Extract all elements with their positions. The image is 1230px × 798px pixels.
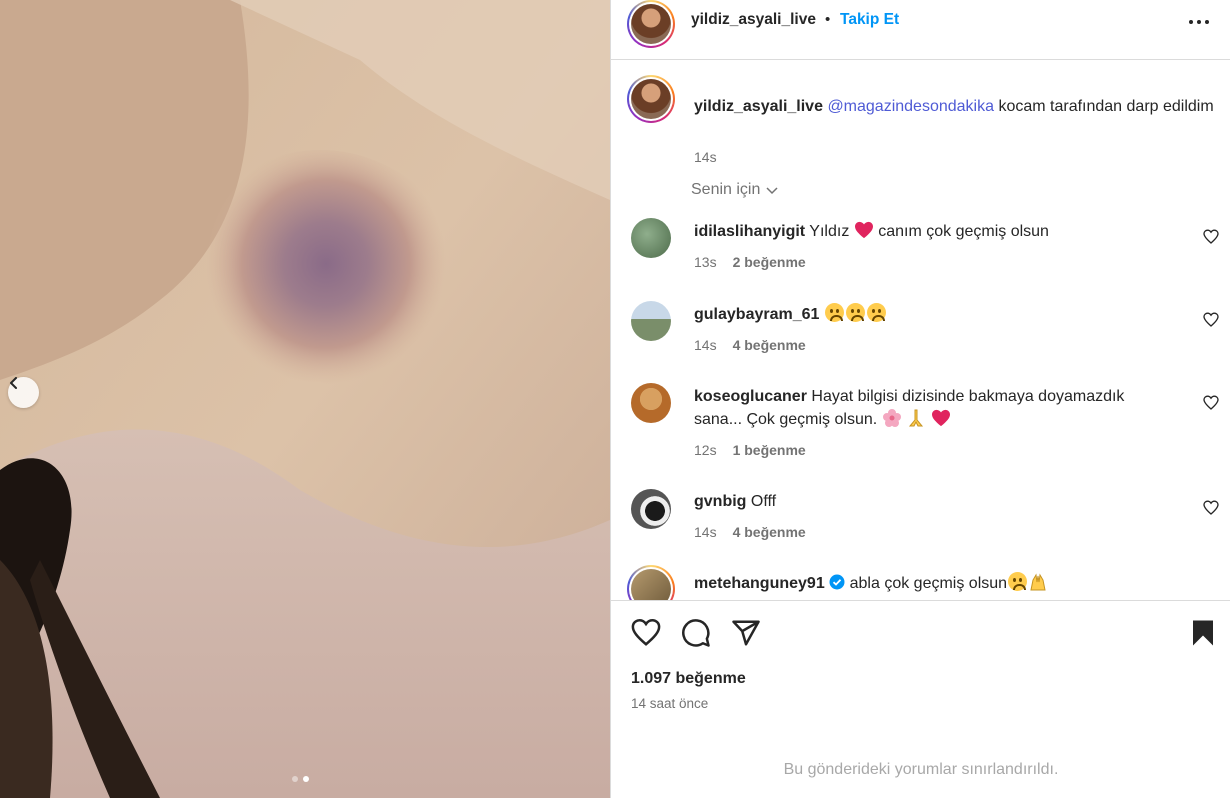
comment-filter-label: Senin için xyxy=(691,181,761,198)
comment-body-end: canım çok geçmiş olsun xyxy=(878,223,1049,240)
author-username[interactable]: yildiz_asyali_live xyxy=(691,11,816,29)
comment-meta: 14s 4 beğenme xyxy=(694,337,806,353)
comments-section[interactable]: yildiz_asyali_live @magazindesondakika k… xyxy=(611,60,1230,600)
comment-time: 14s xyxy=(694,337,717,353)
sad-face-icon xyxy=(866,303,886,322)
carousel-indicator xyxy=(292,776,309,782)
commenter-avatar[interactable] xyxy=(631,489,671,529)
comment-meta: 14s 4 beğenme xyxy=(694,524,806,540)
caption-time: 14s xyxy=(694,149,717,165)
comment-body: Offf xyxy=(750,493,777,510)
like-comment-heart-icon[interactable] xyxy=(1203,500,1219,516)
post-header: yildiz_asyali_live • Takip Et xyxy=(611,0,1230,60)
comment-likes[interactable]: 2 beğenme xyxy=(733,254,806,270)
post-time: 14 saat önce xyxy=(631,696,709,711)
comment-likes[interactable]: 4 beğenme xyxy=(733,524,806,540)
commenter-avatar[interactable] xyxy=(627,565,675,600)
comment-text: metehanguney91 abla çok geçmiş olsun xyxy=(694,572,1174,595)
like-comment-heart-icon[interactable] xyxy=(1203,229,1219,245)
comment-time: 12s xyxy=(694,442,717,458)
commenter-avatar[interactable] xyxy=(631,218,671,258)
send-icon[interactable] xyxy=(731,618,761,648)
previous-image-button[interactable] xyxy=(8,377,39,408)
red-heart-icon xyxy=(931,409,951,428)
comment-username[interactable]: koseoglucaner xyxy=(694,388,807,405)
commenter-avatar[interactable] xyxy=(631,301,671,341)
caption-mention[interactable]: @magazindesondakika xyxy=(827,98,994,115)
sad-face-icon xyxy=(845,303,865,322)
blossom-icon xyxy=(882,409,902,428)
verified-badge-icon xyxy=(829,574,845,592)
post-actions: 1.097 beğenme 14 saat önce Bu gönderidek… xyxy=(611,600,1230,798)
comment-username[interactable]: metehanguney91 xyxy=(694,575,825,592)
comment-text: idilaslihanyigit Yıldız canım çok geçmiş… xyxy=(694,220,1174,243)
comment-filter-dropdown[interactable]: Senin için xyxy=(691,181,780,199)
commenter-avatar[interactable] xyxy=(631,383,671,423)
comment-text: koseoglucaner Hayat bilgisi dizisinde ba… xyxy=(694,385,1174,431)
raised-hands-icon xyxy=(1028,573,1048,592)
comments-restricted-notice: Bu gönderideki yorumlar sınırlandırıldı. xyxy=(783,761,1059,778)
sad-face-icon xyxy=(824,303,844,322)
post-photo xyxy=(0,0,610,798)
comment-time: 13s xyxy=(694,254,717,270)
comment-time: 14s xyxy=(694,524,717,540)
comment-likes[interactable]: 4 beğenme xyxy=(733,337,806,353)
separator-dot: • xyxy=(825,11,831,28)
post-image xyxy=(0,0,610,798)
more-horizontal-icon xyxy=(1189,20,1209,24)
post-dialog: yildiz_asyali_live • Takip Et yildiz_asy… xyxy=(0,0,1230,798)
carousel-dot xyxy=(292,776,298,782)
comment-username[interactable]: gulaybayram_61 xyxy=(694,306,819,323)
comment-meta: 12s 1 beğenme xyxy=(694,442,806,458)
post-side-panel: yildiz_asyali_live • Takip Et yildiz_asy… xyxy=(610,0,1230,798)
likes-count[interactable]: 1.097 beğenme xyxy=(631,670,746,688)
comment-body: abla çok geçmiş olsun xyxy=(849,575,1008,592)
caption-username[interactable]: yildiz_asyali_live xyxy=(694,98,823,115)
folded-hands-icon xyxy=(906,409,926,428)
caption-text: yildiz_asyali_live @magazindesondakika k… xyxy=(694,95,1214,118)
carousel-dot-active xyxy=(303,776,309,782)
more-options-button[interactable] xyxy=(1187,10,1211,34)
comment-text: gulaybayram_61 xyxy=(694,303,1174,326)
like-comment-heart-icon[interactable] xyxy=(1203,395,1219,411)
comment-text: gvnbig Offf xyxy=(694,490,1174,513)
heart-icon[interactable] xyxy=(631,618,661,648)
chevron-down-icon xyxy=(766,187,778,195)
author-avatar[interactable] xyxy=(627,0,675,48)
comment-username[interactable]: gvnbig xyxy=(694,493,746,510)
comment-icon[interactable] xyxy=(681,618,711,648)
follow-button[interactable]: Takip Et xyxy=(840,11,899,29)
sad-face-icon xyxy=(1008,572,1028,591)
like-comment-heart-icon[interactable] xyxy=(1203,312,1219,328)
red-heart-icon xyxy=(854,221,874,240)
bookmark-icon[interactable] xyxy=(1188,618,1218,648)
comment-username[interactable]: idilaslihanyigit xyxy=(694,223,805,240)
chevron-left-icon xyxy=(10,377,17,389)
caption-body: kocam tarafından darp edildim xyxy=(998,98,1214,115)
comment-meta: 13s 2 beğenme xyxy=(694,254,806,270)
comment-body: Yıldız xyxy=(809,223,850,240)
comment-likes[interactable]: 1 beğenme xyxy=(733,442,806,458)
caption-avatar[interactable] xyxy=(627,75,675,123)
